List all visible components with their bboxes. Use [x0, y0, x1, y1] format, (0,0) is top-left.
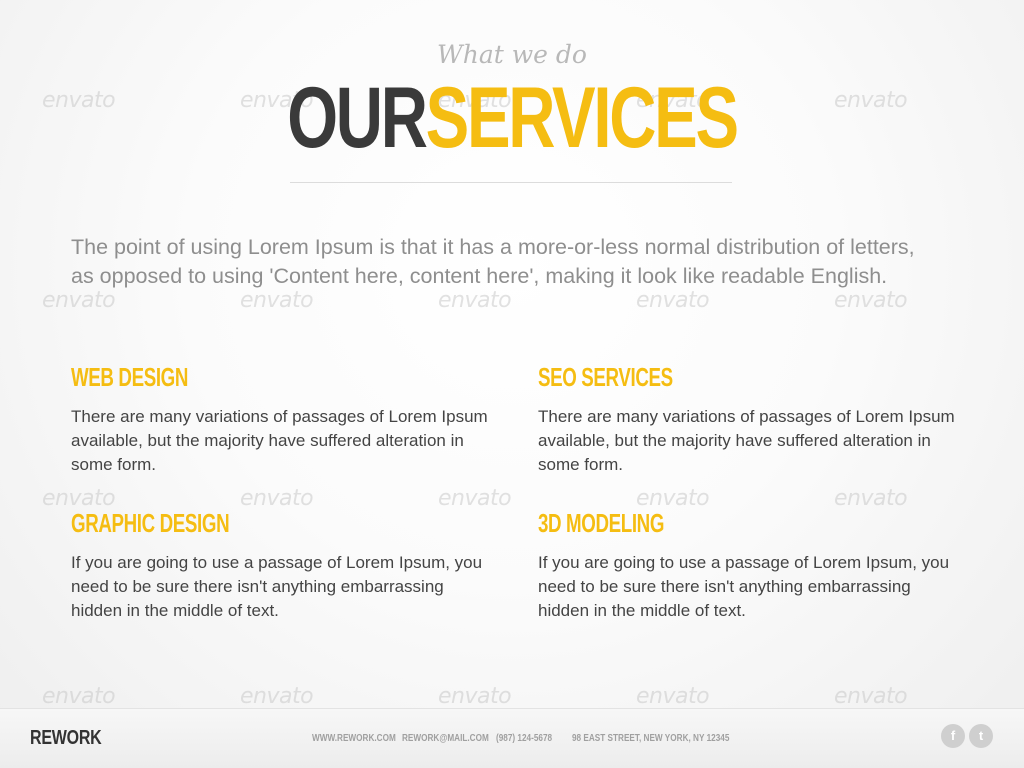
service-description: If you are going to use a passage of Lor…	[71, 553, 483, 620]
envato-watermark: envato	[438, 288, 512, 313]
service-title: 3D MODELING	[538, 508, 665, 538]
footer-website-link[interactable]: WWW.REWORK.COM	[312, 733, 396, 744]
service-3d-modeling: 3D MODELING If you are going to use a pa…	[538, 508, 958, 623]
footer-phone: (987) 124-5678	[496, 733, 553, 744]
service-seo: SEO SERVICES There are many variations o…	[538, 362, 958, 477]
service-graphic-design: GRAPHIC DESIGN If you are going to use a…	[71, 508, 491, 623]
envato-watermark: envato	[636, 288, 710, 313]
footer-email-link[interactable]: REWORK@MAIL.COM	[402, 733, 489, 744]
service-description: There are many variations of passages of…	[538, 407, 955, 474]
title-dark-part: OUR	[287, 70, 428, 166]
envato-watermark: envato	[42, 288, 116, 313]
envato-watermark: envato	[240, 288, 314, 313]
envato-watermark: envato	[636, 684, 710, 709]
title-accent-part: SERVICES	[425, 70, 739, 166]
service-title: WEB DESIGN	[71, 362, 189, 392]
service-web-design: WEB DESIGN There are many variations of …	[71, 362, 491, 477]
footer-brand-logo[interactable]: REWORK	[30, 727, 102, 750]
intro-paragraph: The point of using Lorem Ipsum is that i…	[71, 235, 915, 288]
envato-watermark: envato	[240, 684, 314, 709]
twitter-icon[interactable]: t	[969, 724, 993, 748]
page-title: OURSERVICES	[123, 70, 901, 166]
footer-address: 98 EAST STREET, NEW YORK, NY 12345	[572, 733, 730, 744]
title-divider	[290, 182, 732, 183]
service-title: SEO SERVICES	[538, 362, 673, 392]
envato-watermark: envato	[42, 684, 116, 709]
envato-watermark: envato	[834, 288, 908, 313]
envato-watermark: envato	[42, 88, 116, 113]
envato-watermark: envato	[438, 684, 512, 709]
envato-watermark: envato	[834, 684, 908, 709]
service-title: GRAPHIC DESIGN	[71, 508, 230, 538]
facebook-icon[interactable]: f	[941, 724, 965, 748]
footer: REWORK WWW.REWORK.COM REWORK@MAIL.COM (9…	[0, 708, 1024, 768]
service-description: There are many variations of passages of…	[71, 407, 488, 474]
service-description: If you are going to use a passage of Lor…	[538, 553, 950, 620]
section-subtitle: What we do	[437, 40, 587, 69]
